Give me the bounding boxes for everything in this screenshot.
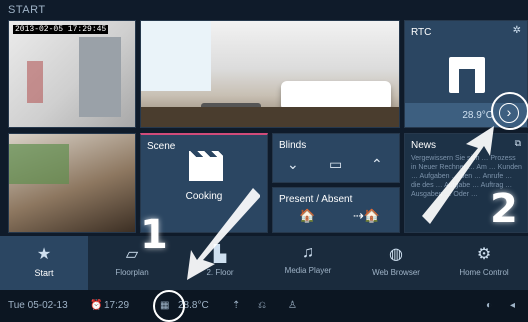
camera-feed-1[interactable]: 2013-02-05 17:29:45 xyxy=(8,20,136,128)
clapperboard-icon xyxy=(189,151,223,181)
scene-title: Scene xyxy=(147,141,176,152)
nav-label: Web Browser xyxy=(372,268,420,277)
status-date: Tue 05-02-13 xyxy=(8,300,68,311)
annotation-number-2: 2 xyxy=(490,186,518,232)
status-bar: Tue 05-02-13 ⏰ 17:29 ▦ 28.8°C ⇡ ⎌ ♙ ◐ ◂ xyxy=(0,290,528,322)
door xyxy=(79,37,121,117)
blinds-stop-button[interactable]: ▭ xyxy=(329,156,342,173)
nav-media-player[interactable]: ♫ Media Player xyxy=(264,236,352,290)
blinds-up-button[interactable]: ⌃ xyxy=(371,156,383,173)
house-icon xyxy=(449,57,485,93)
nav-label: 2. Floor xyxy=(206,268,234,277)
page-title: START xyxy=(8,4,46,16)
presence-panel: Present / Absent 🏠 ⇢🏠 xyxy=(272,187,400,233)
camera-window xyxy=(9,144,69,184)
person-icon[interactable]: ♙ xyxy=(288,300,297,311)
nav-home-control[interactable]: ⚙ Home Control xyxy=(440,236,528,290)
nav-label: Floorplan xyxy=(115,268,149,277)
rtc-panel[interactable]: RTC ✲ • • • 28.9°C › xyxy=(404,20,528,128)
nav-web-browser[interactable]: ◍ Web Browser xyxy=(352,236,440,290)
rtc-temperature: 28.9°C xyxy=(462,110,493,121)
presence-title: Present / Absent xyxy=(279,194,353,205)
room-camera-feed[interactable] xyxy=(140,20,400,128)
wall-decoration xyxy=(27,61,43,103)
present-button[interactable]: 🏠 xyxy=(299,208,315,224)
status-time: 17:29 xyxy=(104,300,130,311)
camera-timestamp: 2013-02-05 17:29:45 xyxy=(13,25,109,34)
scene-item[interactable]: Cooking xyxy=(141,191,267,202)
expand-icon[interactable]: ⧉ xyxy=(515,138,521,149)
status-temperature: 28.8°C xyxy=(178,300,209,311)
absent-button[interactable]: ⇢🏠 xyxy=(353,208,380,224)
rtc-temperature-bar: 28.9°C › xyxy=(405,103,527,127)
blinds-down-button[interactable]: ⌄ xyxy=(287,156,299,173)
blinds-panel: Blinds ⌄ ▭ ⌃ xyxy=(272,133,400,183)
nav-label: Home Control xyxy=(459,268,509,277)
nav-start[interactable]: ★ Start xyxy=(0,236,88,290)
news-title: News xyxy=(411,140,437,151)
camera-feed-2[interactable] xyxy=(8,133,136,233)
stairs-icon: ▙ xyxy=(213,246,227,263)
star-icon: ★ xyxy=(36,246,52,263)
nav-label: Start xyxy=(34,268,54,278)
floor xyxy=(141,107,399,127)
nav-2-floor[interactable]: ▙ 2. Floor xyxy=(176,236,264,290)
annotation-number-1: 1 xyxy=(140,212,168,258)
rtc-title: RTC xyxy=(411,27,432,38)
blinds-title: Blinds xyxy=(279,140,307,151)
next-arrow-button[interactable]: › xyxy=(499,103,519,123)
meter-icon[interactable]: ▦ xyxy=(160,300,169,311)
clock-icon: ⏰ xyxy=(90,300,103,311)
gears-icon: ⚙ xyxy=(476,246,492,263)
globe-icon: ◍ xyxy=(389,246,403,263)
speaker-icon[interactable]: ◂ xyxy=(510,300,515,311)
settings-icon[interactable]: ◐ xyxy=(486,300,492,311)
gear-icon[interactable]: ✲ xyxy=(513,25,521,36)
link-icon[interactable]: ⎌ xyxy=(258,300,266,311)
bottom-navigation: ★ Start ▱ Floorplan ▙ 2. Floor ♫ Media P… xyxy=(0,236,528,290)
music-icon: ♫ xyxy=(302,244,314,261)
nav-label: Media Player xyxy=(284,266,332,275)
window xyxy=(141,21,211,91)
pin-icon[interactable]: ⇡ xyxy=(232,300,240,311)
